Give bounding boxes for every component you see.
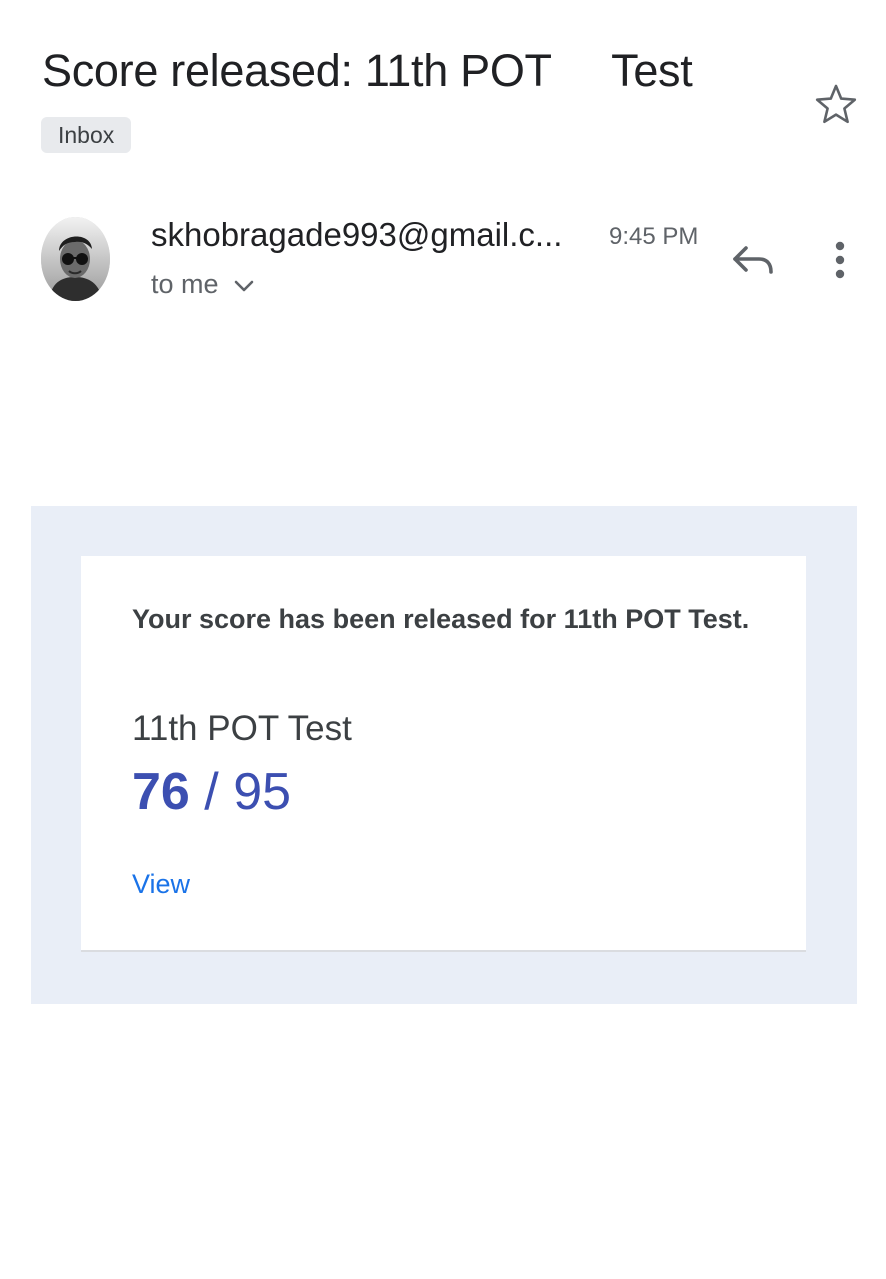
- chevron-down-icon: [233, 266, 255, 302]
- sender-avatar[interactable]: [41, 217, 110, 301]
- inbox-label-chip[interactable]: Inbox: [41, 117, 132, 153]
- score-separator: /: [204, 763, 219, 821]
- recipient-toggle[interactable]: to me: [151, 266, 255, 302]
- received-time: 9:45 PM: [609, 223, 699, 250]
- sender-email[interactable]: skhobragade993@gmail.c...: [151, 213, 562, 257]
- test-name: 11th POT Test: [132, 709, 352, 748]
- score-card: Your score has been released for 11th PO…: [81, 556, 806, 952]
- more-options-icon[interactable]: [820, 236, 860, 284]
- view-link[interactable]: View: [132, 865, 190, 903]
- star-icon[interactable]: [812, 80, 860, 128]
- score-display: 76 / 95: [132, 760, 291, 824]
- score-headline: Your score has been released for 11th PO…: [132, 604, 750, 634]
- score-total: 95: [233, 763, 292, 821]
- score-earned: 76: [132, 763, 190, 821]
- reply-icon[interactable]: [726, 236, 778, 284]
- email-subject: Score released: 11th POT Test: [42, 45, 693, 96]
- recipient-label: to me: [151, 269, 219, 299]
- email-body-frame: Your score has been released for 11th PO…: [31, 506, 857, 1004]
